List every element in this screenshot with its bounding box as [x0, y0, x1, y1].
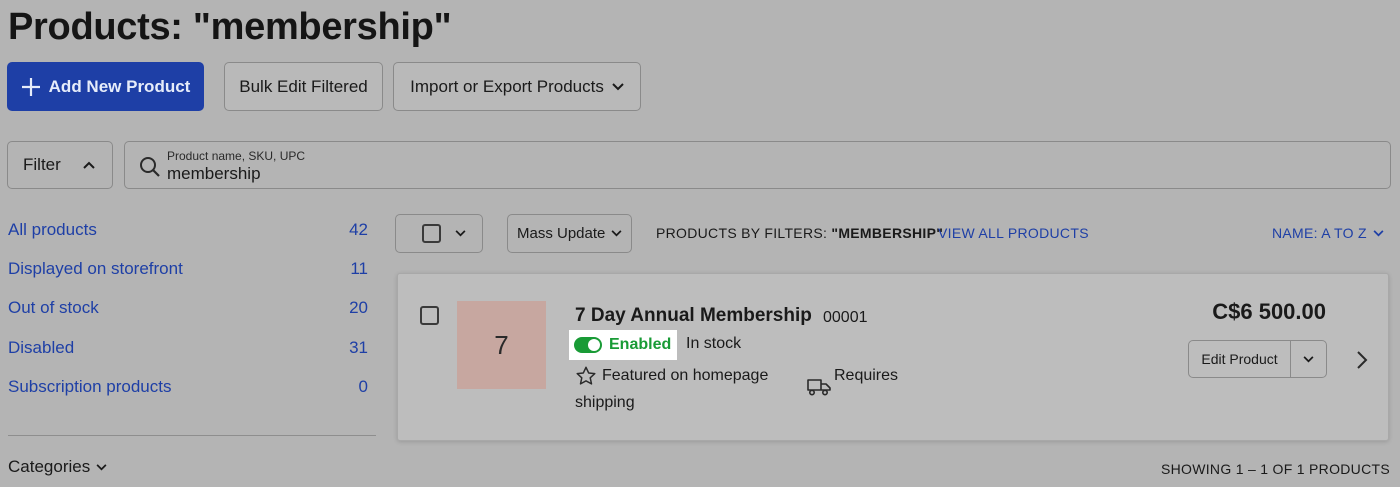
sidebar-item-count: 0: [358, 376, 368, 396]
sidebar-divider: [8, 435, 376, 436]
categories-toggle[interactable]: Categories: [8, 457, 107, 477]
sidebar-item-all-products[interactable]: All products 42: [8, 210, 368, 249]
sort-dropdown[interactable]: NAME: A TO Z: [1272, 225, 1384, 241]
mass-update-button[interactable]: Mass Update: [507, 214, 632, 253]
bulk-edit-filtered-button[interactable]: Bulk Edit Filtered: [224, 62, 383, 111]
sidebar-item-label: Out of stock: [8, 298, 99, 318]
chevron-down-icon: [455, 230, 466, 237]
chevron-down-icon: [1373, 229, 1384, 236]
status-toggle[interactable]: Enabled: [569, 330, 677, 360]
sidebar-item-count: 20: [349, 298, 368, 318]
select-all-checkbox[interactable]: [422, 224, 441, 243]
product-name[interactable]: 7 Day Annual Membership: [575, 305, 812, 327]
add-new-product-button[interactable]: Add New Product: [7, 62, 204, 111]
requires-label: Requires: [834, 367, 899, 384]
filters-summary: PRODUCTS BY FILTERS: "MEMBERSHIP": [656, 225, 943, 241]
search-input[interactable]: Product name, SKU, UPC membership: [124, 141, 1391, 189]
status-label: Enabled: [609, 336, 672, 353]
product-price: C$6 500.00: [1212, 299, 1326, 324]
search-label: Product name, SKU, UPC: [167, 149, 306, 163]
chevron-down-icon: [611, 230, 622, 237]
plus-icon: [21, 77, 40, 96]
shipping-label: shipping: [575, 394, 635, 411]
toggle-switch-icon[interactable]: [574, 337, 602, 353]
sidebar-item-label: All products: [8, 219, 97, 239]
product-thumbnail[interactable]: 7: [457, 301, 546, 389]
filter-label: Filter: [23, 155, 61, 174]
edit-product-button[interactable]: Edit Product: [1189, 341, 1291, 377]
chevron-down-icon: [612, 82, 624, 90]
sidebar-item-count: 42: [349, 219, 368, 239]
import-export-label: Import or Export Products: [410, 76, 604, 96]
edit-product-group: Edit Product: [1188, 340, 1327, 378]
pagination-summary: SHOWING 1 – 1 OF 1 PRODUCTS: [1160, 461, 1390, 477]
sidebar-item-label: Subscription products: [8, 376, 172, 396]
star-icon: [576, 366, 596, 385]
featured-badge: Featured on homepage: [575, 365, 768, 387]
product-card: 7 7 Day Annual Membership 00001 Enabled …: [397, 273, 1389, 441]
sidebar-item-out-of-stock[interactable]: Out of stock 20: [8, 289, 368, 328]
categories-label: Categories: [8, 457, 91, 476]
sidebar-item-count: 31: [349, 337, 368, 357]
sidebar-item-label: Displayed on storefront: [8, 258, 183, 278]
select-all-dropdown[interactable]: [395, 214, 483, 253]
sidebar-item-disabled[interactable]: Disabled 31: [8, 328, 368, 367]
chevron-up-icon: [83, 161, 95, 169]
view-all-products-link[interactable]: VIEW ALL PRODUCTS: [938, 225, 1089, 241]
truck-icon: [807, 379, 831, 396]
filters-query: "MEMBERSHIP": [831, 225, 944, 241]
sidebar-item-count: 11: [350, 258, 368, 278]
sidebar-item-subscription-products[interactable]: Subscription products 0: [8, 367, 368, 406]
stock-status: In stock: [686, 335, 742, 352]
page-title: Products: "membership": [8, 6, 452, 48]
sidebar-item-label: Disabled: [8, 337, 75, 357]
product-checkbox[interactable]: [420, 306, 439, 325]
filters-prefix: PRODUCTS BY FILTERS:: [656, 225, 828, 241]
import-export-button[interactable]: Import or Export Products: [393, 62, 641, 111]
featured-label: Featured on homepage: [602, 367, 769, 384]
search-icon: [140, 157, 160, 177]
mass-update-label: Mass Update: [517, 225, 606, 242]
search-value[interactable]: membership: [167, 164, 261, 184]
sidebar-filter-list: All products 42 Displayed on storefront …: [8, 210, 368, 406]
chevron-right-icon[interactable]: [1356, 350, 1368, 370]
sort-label: NAME: A TO Z: [1272, 225, 1367, 241]
add-new-product-label: Add New Product: [48, 76, 191, 96]
chevron-down-icon: [96, 463, 107, 470]
sidebar-item-displayed-on-storefront[interactable]: Displayed on storefront 11: [8, 249, 368, 288]
chevron-down-icon: [1303, 355, 1314, 362]
bulk-edit-label: Bulk Edit Filtered: [239, 76, 368, 96]
edit-product-menu-button[interactable]: [1291, 341, 1326, 377]
filter-button[interactable]: Filter: [7, 141, 113, 189]
product-sku: 00001: [823, 309, 868, 326]
